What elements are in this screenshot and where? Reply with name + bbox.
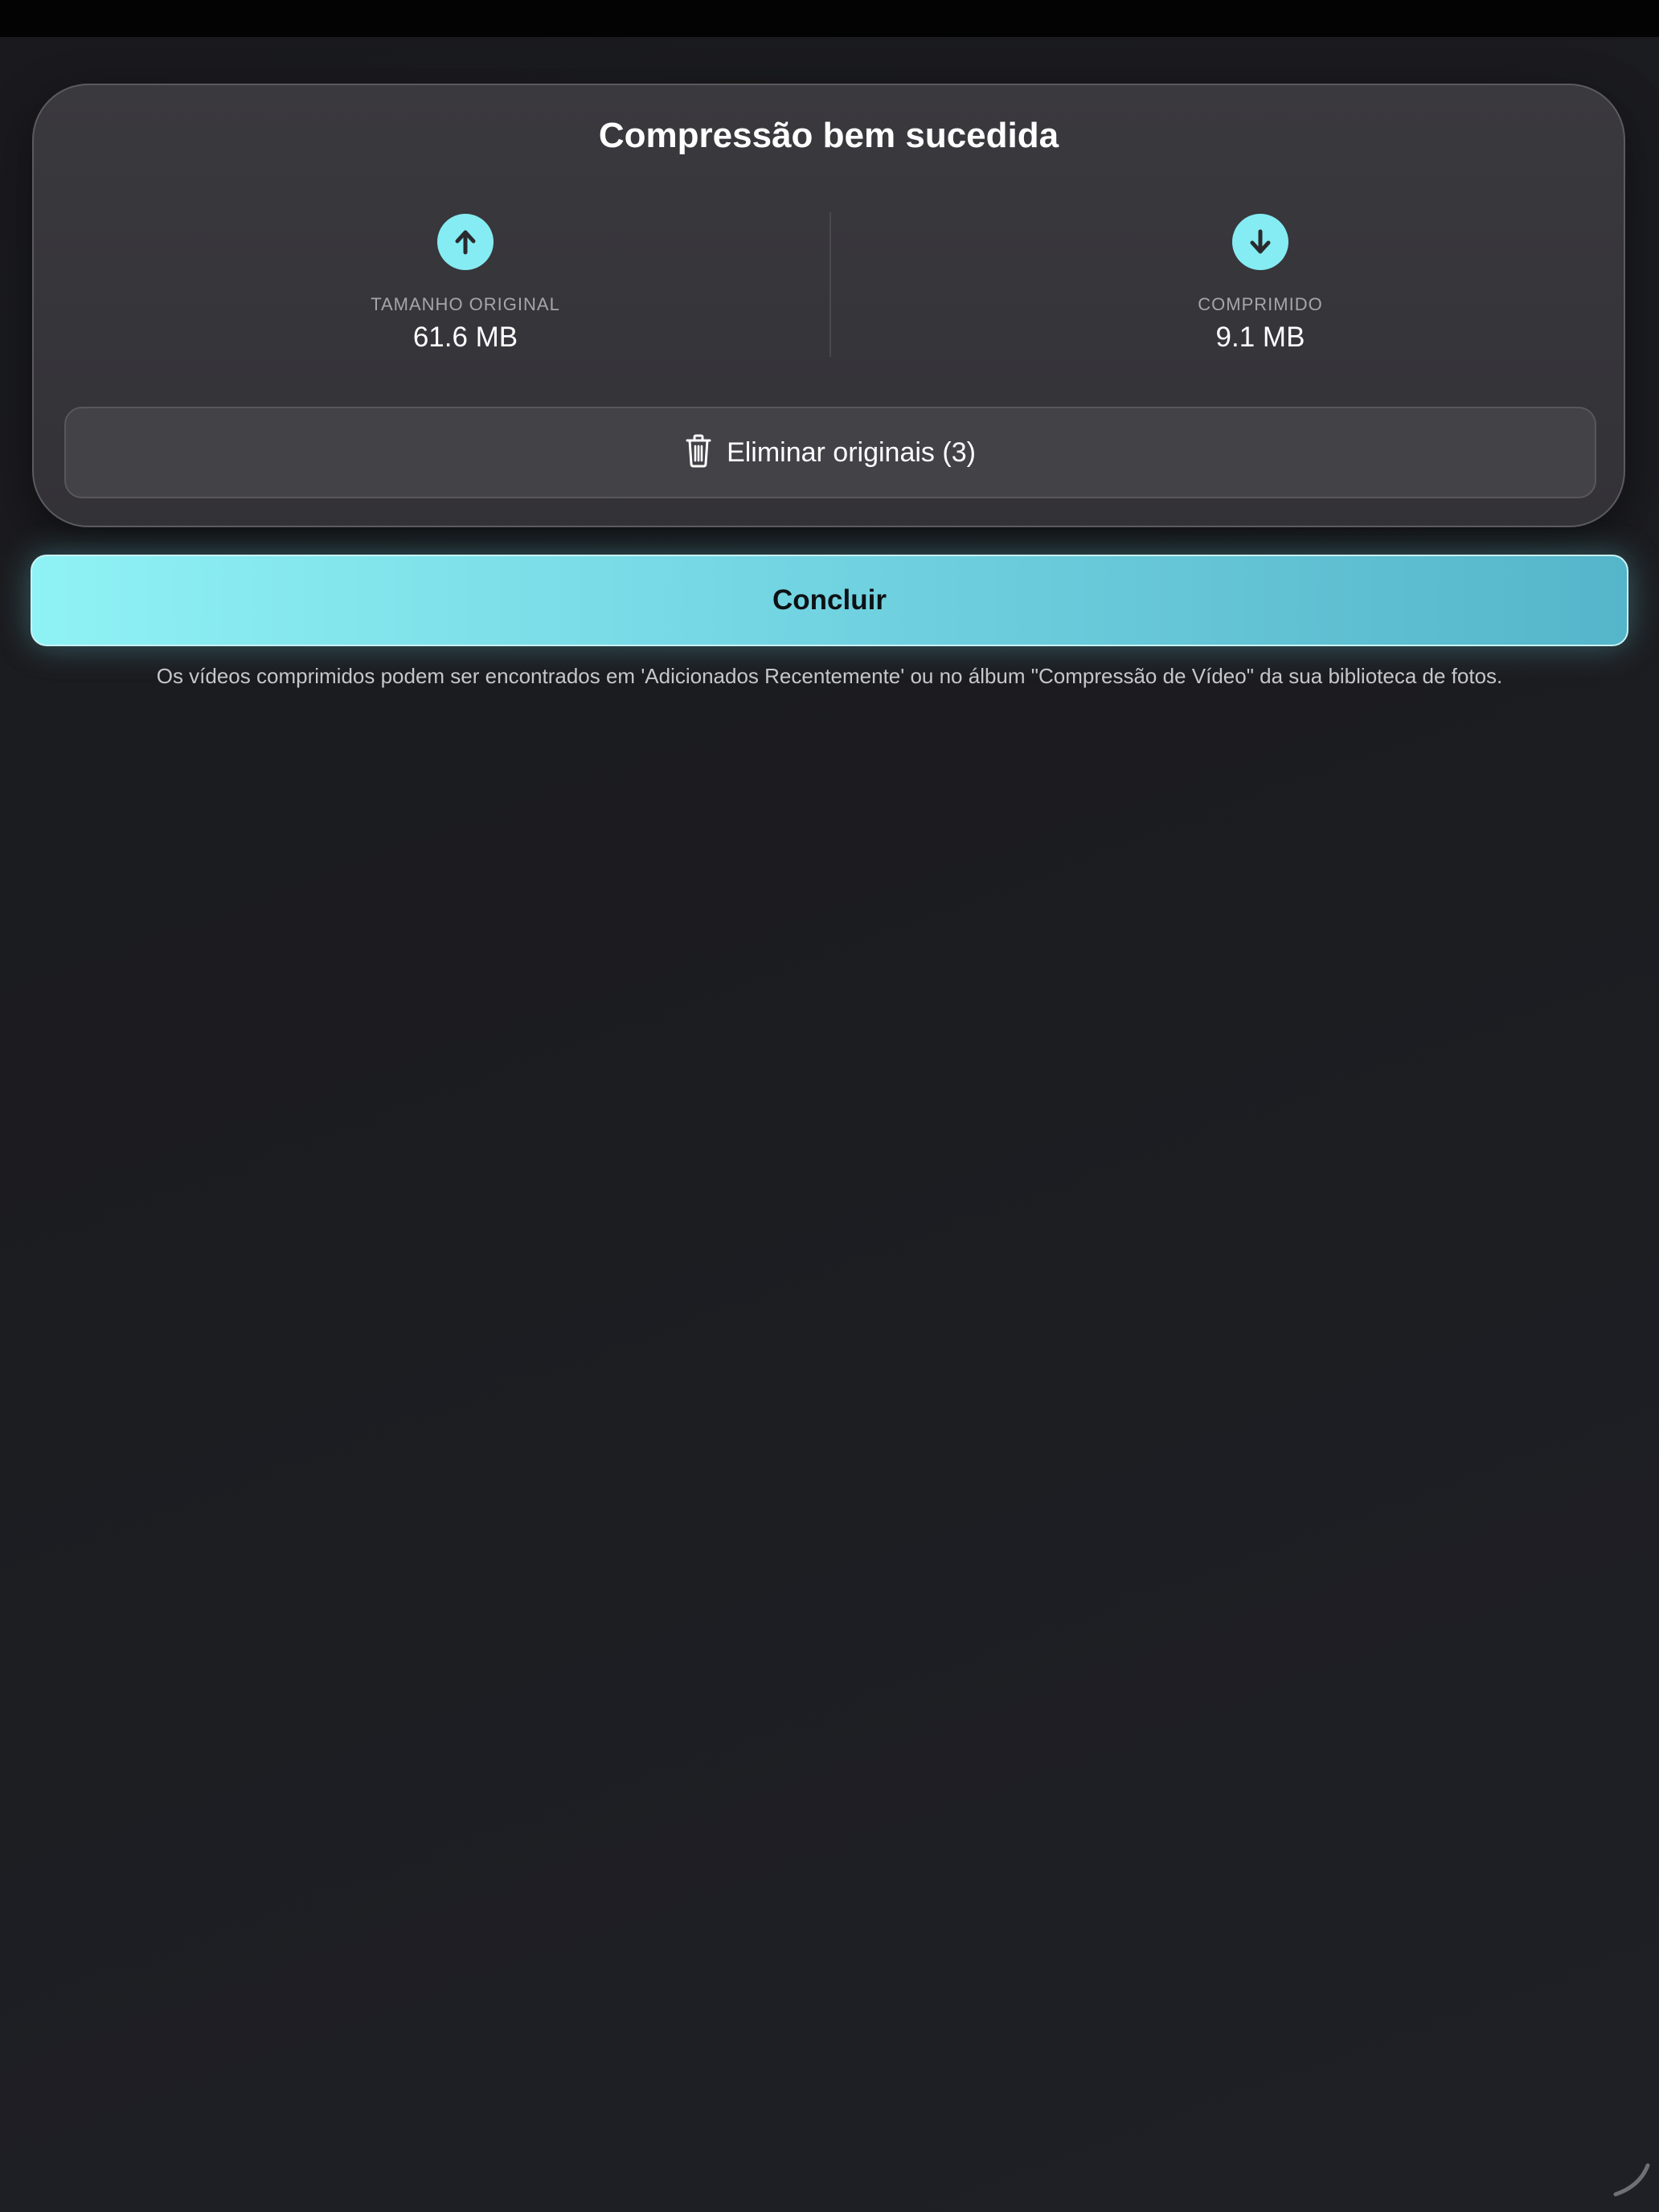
- result-title: Compressão bem sucedida: [598, 116, 1059, 155]
- trash-icon: [685, 434, 712, 472]
- done-button[interactable]: Concluir: [31, 555, 1628, 646]
- delete-originals-button[interactable]: Eliminar originais (3): [64, 407, 1596, 498]
- original-size-value: 61.6 MB: [412, 322, 518, 353]
- compressed-size-label: COMPRIMIDO: [1198, 294, 1323, 314]
- arrow-up-icon: [437, 214, 494, 270]
- original-size-stat: TAMANHO ORIGINAL 61.6 MB: [264, 214, 666, 354]
- stats-divider: [830, 212, 831, 357]
- done-button-label: Concluir: [772, 584, 887, 616]
- arrow-down-icon: [1232, 214, 1288, 270]
- compressed-size-value: 9.1 MB: [1215, 322, 1305, 353]
- footnote-text: Os vídeos comprimidos podem ser encontra…: [156, 664, 1503, 688]
- status-bar: [0, 0, 1659, 37]
- delete-originals-label: Eliminar originais (3): [727, 436, 976, 468]
- resize-handle-icon: [1608, 2154, 1656, 2202]
- compressed-size-stat: COMPRIMIDO 9.1 MB: [1059, 214, 1461, 354]
- result-card: Compressão bem sucedida TAMANHO ORIGINAL…: [32, 84, 1625, 527]
- original-size-label: TAMANHO ORIGINAL: [371, 294, 560, 314]
